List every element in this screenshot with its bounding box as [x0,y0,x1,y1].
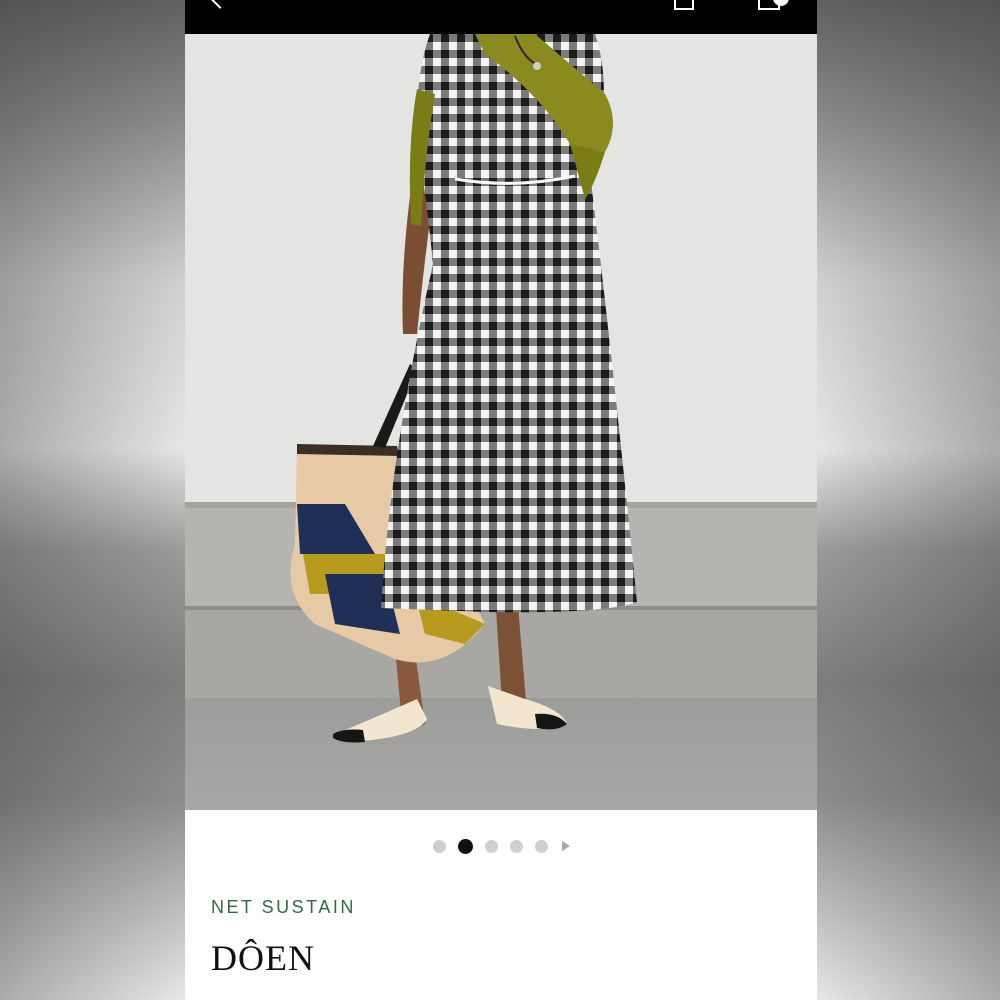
play-arrow-icon[interactable] [561,841,570,851]
gallery-pagination [185,837,817,855]
app-screen: NET SUSTAIN DÔEN [185,0,817,1000]
page-dot[interactable] [432,839,446,853]
top-bar [185,0,817,34]
product-photo-illustration [185,34,817,810]
page-dot[interactable] [509,839,523,853]
product-image[interactable] [185,34,817,810]
chevron-left-icon[interactable] [210,0,230,9]
page-dot[interactable] [534,839,548,853]
sustainability-tag[interactable]: NET SUSTAIN [211,897,356,918]
brand-name[interactable]: DÔEN [211,937,315,979]
page-dot-active[interactable] [457,838,473,854]
share-icon[interactable] [674,0,694,10]
page-dot[interactable] [484,839,498,853]
